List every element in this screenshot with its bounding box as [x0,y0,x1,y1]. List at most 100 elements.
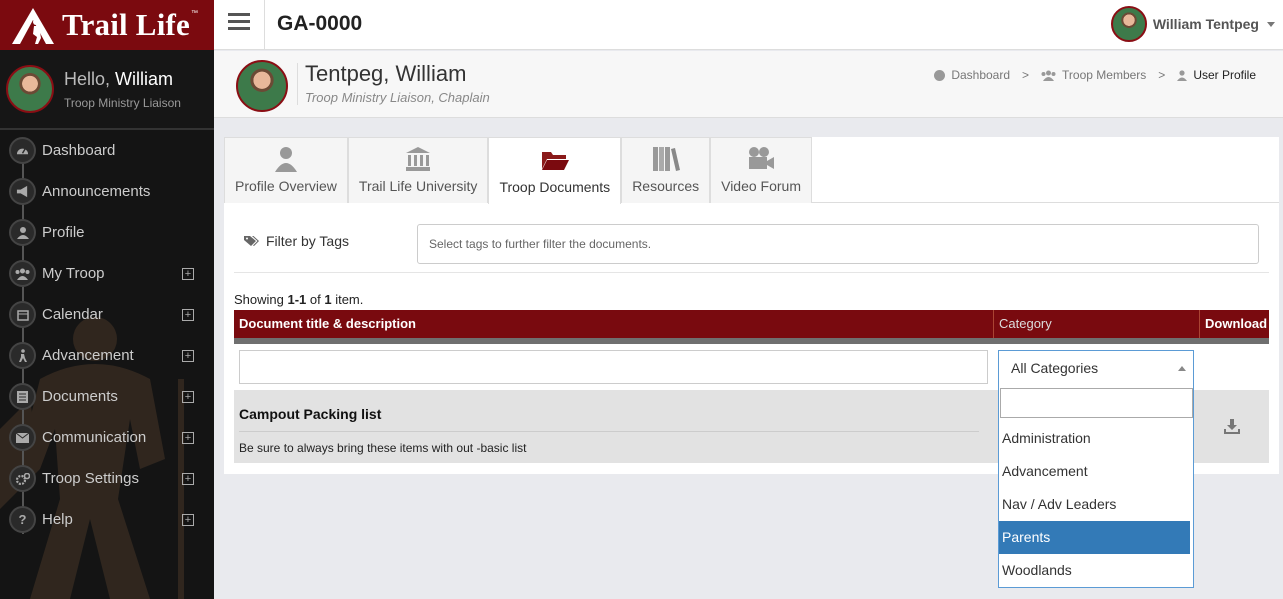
dashboard-icon [9,137,36,164]
category-select[interactable]: All Categories [998,350,1194,388]
caret-down-icon [1267,21,1275,27]
profile-roles: Troop Ministry Liaison, Chaplain [305,90,490,105]
breadcrumb-separator: > [1158,68,1166,82]
sidebar-item-label: Calendar [42,306,103,323]
sidebar-nav: Dashboard Announcements Profile My Troop… [0,130,214,540]
summary-of: of [306,292,325,307]
category-option-parents[interactable]: Parents [999,521,1190,554]
sidebar-user: Hello, William Troop Ministry Liaison [0,50,214,130]
tab-label: Troop Documents [499,179,611,195]
breadcrumb: Dashboard > Troop Members > User Profile [934,68,1256,82]
university-icon [406,147,431,171]
expand-icon[interactable]: + [182,431,194,444]
category-select-value: All Categories [1011,360,1099,376]
category-search-input[interactable] [1000,388,1193,418]
tab-trail-life-university[interactable]: Trail Life University [347,137,489,203]
dashboard-icon [934,69,946,81]
top-bar: GA-0000 William Tentpeg [214,0,1283,50]
sidebar-item-label: Announcements [42,183,151,200]
brand-logo[interactable]: Trail Life ™ [0,0,214,50]
tab-label: Profile Overview [235,178,337,194]
question-icon: ? [9,506,36,533]
column-header-download: Download [1199,310,1269,338]
column-header-title[interactable]: Document title & description [234,310,993,338]
table-header: Document title & description Category Do… [234,310,1269,344]
megaphone-icon [9,178,36,205]
trail-life-logo-icon [12,8,54,44]
user-icon [9,219,36,246]
download-icon[interactable] [1224,419,1240,434]
title-filter-input[interactable] [239,350,988,384]
tags-filter-input[interactable]: Select tags to further filter the docume… [417,224,1259,264]
results-summary: Showing 1-1 of 1 item. [234,292,363,307]
hamburger-menu-icon[interactable] [228,13,250,31]
hiker-icon [9,342,36,369]
users-icon [9,260,36,287]
tab-label: Video Forum [721,178,802,194]
books-icon [652,147,680,171]
sidebar-item-advancement[interactable]: Advancement + [0,335,214,376]
greeting: Hello, William [64,69,181,90]
profile-header: Tentpeg, William Troop Ministry Liaison,… [214,51,1283,118]
category-dropdown: Administration Advancement Nav / Adv Lea… [998,388,1194,588]
summary-total: 1 [324,292,332,307]
sidebar-item-label: Profile [42,224,85,241]
expand-icon[interactable]: + [182,349,194,362]
tab-label: Trail Life University [358,178,478,194]
summary-suffix: item. [331,292,364,307]
users-icon [1041,70,1056,81]
expand-icon[interactable]: + [182,390,194,403]
user-menu-button[interactable]: William Tentpeg [1110,6,1275,42]
sidebar-item-help[interactable]: ? Help + [0,499,214,540]
sidebar: Trail Life ™ Hello, William Troop Minist… [0,0,214,599]
expand-icon[interactable]: + [182,472,194,485]
sidebar-item-documents[interactable]: Documents + [0,376,214,417]
person-icon [274,147,297,172]
breadcrumb-separator: > [1022,68,1030,82]
category-option-woodlands[interactable]: Woodlands [999,554,1190,587]
breadcrumb-troop-members[interactable]: Troop Members [1062,68,1146,82]
sidebar-item-communication[interactable]: Communication + [0,417,214,458]
gears-icon [9,465,36,492]
sidebar-item-calendar[interactable]: Calendar + [0,294,214,335]
troop-code: GA-0000 [277,12,363,35]
filter-label: Filter by Tags [244,233,349,249]
breadcrumb-dashboard[interactable]: Dashboard [951,68,1010,82]
tab-troop-documents[interactable]: Troop Documents [488,137,622,204]
sidebar-item-label: Dashboard [42,142,116,159]
filter-label-text: Filter by Tags [266,233,349,249]
sidebar-item-troop-settings[interactable]: Troop Settings + [0,458,214,499]
category-option-nav-adv-leaders[interactable]: Nav / Adv Leaders [999,488,1190,521]
category-options: Administration Advancement Nav / Adv Lea… [999,422,1193,587]
sidebar-item-label: Documents [42,388,118,405]
avatar [6,65,54,113]
tab-profile-overview[interactable]: Profile Overview [224,137,348,203]
sidebar-item-dashboard[interactable]: Dashboard [0,130,214,171]
sidebar-item-my-troop[interactable]: My Troop + [0,253,214,294]
sidebar-item-announcements[interactable]: Announcements [0,171,214,212]
user-icon [1177,69,1188,81]
sidebar-item-label: Communication [42,429,147,446]
column-header-category[interactable]: Category [993,310,1199,338]
expand-icon[interactable]: + [182,267,194,280]
expand-icon[interactable]: + [182,513,194,526]
greeting-label: Hello, [64,68,111,89]
sidebar-item-profile[interactable]: Profile [0,212,214,253]
expand-icon[interactable]: + [182,308,194,321]
tag-filter-row: Filter by Tags Select tags to further fi… [234,218,1269,273]
sidebar-item-label: Advancement [42,347,134,364]
document-title[interactable]: Campout Packing list [239,406,381,422]
row-divider [239,431,979,432]
video-camera-icon [749,147,775,169]
user-menu-name: William Tentpeg [1152,16,1259,32]
tab-label: Resources [632,178,700,194]
caret-up-icon [1178,366,1186,371]
profile-avatar [236,60,288,112]
avatar [1110,6,1147,42]
category-option-administration[interactable]: Administration [999,422,1190,455]
document-icon [9,383,36,410]
category-option-advancement[interactable]: Advancement [999,455,1190,488]
tab-resources[interactable]: Resources [621,137,711,203]
envelope-icon [9,424,36,451]
tab-video-forum[interactable]: Video Forum [710,137,813,203]
